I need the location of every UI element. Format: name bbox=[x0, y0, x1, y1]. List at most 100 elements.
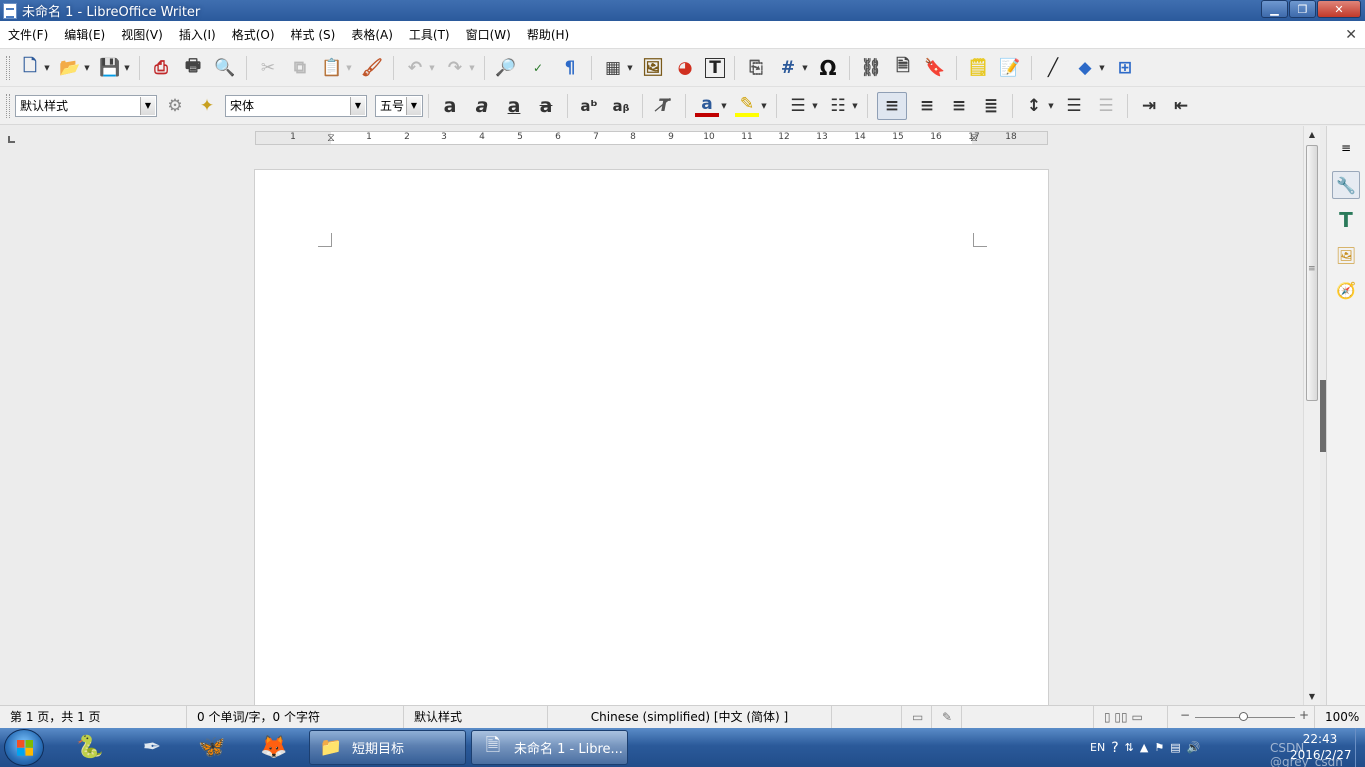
gallery-icon[interactable]: 🖼 bbox=[1332, 241, 1360, 269]
menu-insert[interactable]: 插入(I) bbox=[171, 21, 224, 49]
navigator-icon[interactable]: 🧭 bbox=[1332, 276, 1360, 304]
undo-icon[interactable]: ↶ bbox=[403, 56, 427, 80]
decrease-paragraph-spacing-icon[interactable]: ☰ bbox=[1094, 94, 1118, 118]
font-color-icon[interactable]: a bbox=[695, 94, 719, 117]
font-size-select[interactable]: 五号 ▼ bbox=[375, 94, 423, 117]
ime-icon[interactable]: ⇅ bbox=[1125, 741, 1134, 754]
menu-format[interactable]: 格式(O) bbox=[224, 21, 283, 49]
insert-field-icon[interactable]: # bbox=[776, 56, 800, 80]
taskbar-item-writer[interactable]: 🗎 未命名 1 - Libre... bbox=[471, 730, 628, 765]
basic-shapes-icon[interactable]: ◆ bbox=[1073, 56, 1097, 80]
zoom-slider-knob[interactable] bbox=[1239, 712, 1248, 721]
decrease-indent-icon[interactable]: ⇤ bbox=[1169, 94, 1193, 118]
word-count[interactable]: 0 个单词/字，0 个字符 bbox=[187, 706, 404, 728]
minimize-button[interactable]: ▁ bbox=[1261, 0, 1288, 18]
page-style[interactable]: 默认样式 bbox=[404, 706, 548, 728]
insert-mode[interactable] bbox=[832, 706, 902, 728]
new-style-icon[interactable]: ✦ bbox=[195, 94, 219, 118]
python-icon[interactable]: 🐍 bbox=[64, 731, 116, 764]
bookmark-icon[interactable]: 🔖 bbox=[923, 56, 947, 80]
horizontal-ruler[interactable]: 1 ⧖ 1 2 3 4 5 6 7 8 9 10 11 12 13 14 15 … bbox=[255, 131, 1048, 145]
paste-dropdown-icon[interactable]: ▼ bbox=[345, 56, 353, 80]
find-replace-icon[interactable]: 🔎 bbox=[494, 56, 518, 80]
save-dropdown-icon[interactable]: ▼ bbox=[123, 56, 131, 80]
shapes-dropdown-icon[interactable]: ▼ bbox=[1098, 56, 1106, 80]
font-color-dropdown-icon[interactable]: ▼ bbox=[720, 94, 728, 118]
volume-icon[interactable]: 🔊 bbox=[1187, 741, 1201, 754]
save-icon[interactable]: 💾 bbox=[98, 56, 122, 80]
page-break-icon[interactable]: ⎘ bbox=[744, 56, 768, 80]
paste-icon[interactable]: 📋 bbox=[320, 56, 344, 80]
menu-view[interactable]: 视图(V) bbox=[113, 21, 171, 49]
page-count[interactable]: 第 1 页，共 1 页 bbox=[0, 706, 187, 728]
draw-functions-icon[interactable]: ⊞ bbox=[1113, 56, 1137, 80]
clone-formatting-icon[interactable]: 🖌 bbox=[360, 56, 384, 80]
align-center-icon[interactable]: ≡ bbox=[915, 94, 939, 118]
paragraph-style-select[interactable]: 默认样式 ▼ bbox=[15, 94, 157, 117]
zoom-out-icon[interactable]: − bbox=[1180, 708, 1190, 722]
close-button[interactable]: ✕ bbox=[1317, 0, 1361, 18]
increase-indent-icon[interactable]: ⇥ bbox=[1137, 94, 1161, 118]
strikethrough-icon[interactable]: a bbox=[534, 94, 558, 118]
menu-table[interactable]: 表格(A) bbox=[343, 21, 401, 49]
view-layout-icon[interactable]: ▯ ▯▯ ▭ bbox=[1094, 706, 1168, 728]
chevron-down-icon[interactable]: ▼ bbox=[350, 96, 365, 115]
open-folder-icon[interactable]: 📂 bbox=[58, 56, 82, 80]
print-icon[interactable]: 🖶 bbox=[181, 56, 205, 80]
track-changes-icon[interactable]: 📝 bbox=[998, 56, 1022, 80]
insert-chart-icon[interactable]: ◕ bbox=[673, 56, 697, 80]
justify-icon[interactable]: ≣ bbox=[979, 94, 1003, 118]
bold-icon[interactable]: a bbox=[438, 94, 462, 118]
font-name-select[interactable]: 宋体 ▼ bbox=[225, 94, 367, 117]
open-dropdown-icon[interactable]: ▼ bbox=[83, 56, 91, 80]
undo-dropdown-icon[interactable]: ▼ bbox=[428, 56, 436, 80]
new-document-icon[interactable]: 🗋 bbox=[18, 56, 42, 80]
document-page[interactable] bbox=[254, 169, 1049, 705]
menu-window[interactable]: 窗口(W) bbox=[458, 21, 519, 49]
comment-icon[interactable]: 🗒 bbox=[966, 56, 990, 80]
line-spacing-dropdown-icon[interactable]: ▼ bbox=[1047, 94, 1055, 118]
bullets-dropdown-icon[interactable]: ▼ bbox=[811, 94, 819, 118]
close-document-icon[interactable]: ✕ bbox=[1345, 27, 1357, 43]
export-pdf-icon[interactable]: ⎙ bbox=[149, 56, 173, 80]
help-icon[interactable]: ? bbox=[1111, 740, 1118, 756]
insert-textbox-icon[interactable]: T bbox=[705, 57, 725, 78]
digital-signature[interactable] bbox=[962, 706, 1094, 728]
cut-icon[interactable]: ✂ bbox=[256, 56, 280, 80]
increase-paragraph-spacing-icon[interactable]: ☰ bbox=[1062, 94, 1086, 118]
clear-formatting-icon[interactable]: T̸ bbox=[652, 94, 676, 118]
scroll-up-icon[interactable]: ▲ bbox=[1304, 126, 1320, 143]
footnote-icon[interactable]: 🗎 bbox=[891, 56, 915, 80]
underline-icon[interactable]: a bbox=[502, 94, 526, 118]
bullets-icon[interactable]: ☰ bbox=[786, 94, 810, 118]
firefox-icon[interactable]: 🦊 bbox=[248, 731, 300, 764]
new-dropdown-icon[interactable]: ▼ bbox=[43, 56, 51, 80]
line-spacing-icon[interactable]: ↕ bbox=[1022, 94, 1046, 118]
zoom-level[interactable]: 100% bbox=[1314, 706, 1365, 728]
show-hidden-icons-icon[interactable]: ▲ bbox=[1140, 741, 1148, 754]
insert-table-icon[interactable]: ▦ bbox=[601, 56, 625, 80]
menu-file[interactable]: 文件(F) bbox=[0, 21, 56, 49]
italic-icon[interactable]: a bbox=[470, 94, 494, 118]
formatting-marks-icon[interactable]: ¶ bbox=[558, 56, 582, 80]
menu-tools[interactable]: 工具(T) bbox=[401, 21, 458, 49]
toolbar-grip[interactable] bbox=[6, 93, 10, 118]
properties-icon[interactable]: 🔧 bbox=[1332, 171, 1360, 199]
line-icon[interactable]: ╱ bbox=[1041, 56, 1065, 80]
numbering-dropdown-icon[interactable]: ▼ bbox=[851, 94, 859, 118]
update-style-icon[interactable]: ⚙ bbox=[163, 94, 187, 118]
highlight-dropdown-icon[interactable]: ▼ bbox=[760, 94, 768, 118]
superscript-icon[interactable]: aᵇ bbox=[577, 94, 601, 118]
redo-dropdown-icon[interactable]: ▼ bbox=[468, 56, 476, 80]
hyperlink-icon[interactable]: ⛓ bbox=[859, 56, 883, 80]
scroll-thumb[interactable] bbox=[1306, 145, 1318, 401]
sidebar-menu-icon[interactable]: ≡ bbox=[1332, 134, 1360, 162]
taskbar-item-folder[interactable]: 📁 短期目标 bbox=[309, 730, 466, 765]
menu-edit[interactable]: 编辑(E) bbox=[56, 21, 113, 49]
maximize-button[interactable]: ❐ bbox=[1289, 0, 1316, 18]
right-indent-marker[interactable]: ⧖ bbox=[970, 131, 978, 145]
insert-image-icon[interactable]: 🖼 bbox=[641, 56, 665, 80]
copy-icon[interactable]: ⧉ bbox=[288, 56, 312, 80]
redo-icon[interactable]: ↷ bbox=[443, 56, 467, 80]
selection-mode-icon[interactable]: ▭ bbox=[902, 706, 932, 728]
